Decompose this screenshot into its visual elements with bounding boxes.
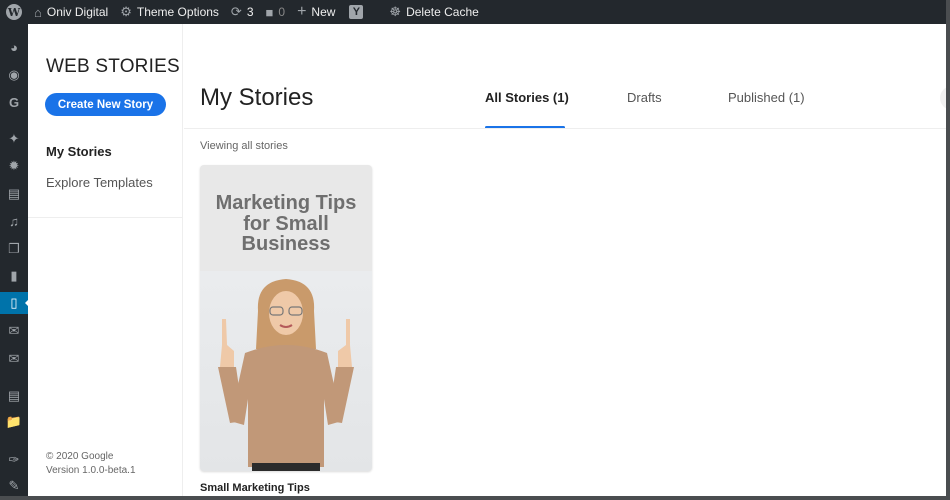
story-card[interactable]: Marketing Tips for Small Business [200,165,372,471]
wordpress-icon: W [6,4,22,20]
media-icon[interactable]: ▤ [0,183,28,205]
site-name-link[interactable]: ⌂ Oniv Digital [28,0,114,24]
wp-admin-menu: ◕ ◉ G ✦ ✹ ▤ ♫ ❐ ▮ ▯ ✉ ✉ ▤ 📁 ✑ ✎ [0,24,29,496]
copy-icon[interactable]: ❐ [0,238,28,260]
updates-icon: ⟳ [230,4,242,19]
person-pointing-up-image [218,279,354,471]
dashboard-icon[interactable]: ◕ [0,36,28,58]
web-stories-icon[interactable]: ▯ [0,292,29,314]
sidebar-title: WEB STORIES [46,56,180,77]
window-edge [946,0,950,500]
stories-dashboard: My Stories All Stories (1) Drafts Publis… [184,24,946,496]
page-title: My Stories [200,84,314,111]
jetpack-icon[interactable]: ◉ [0,64,28,86]
browser-viewport: W ⌂ Oniv Digital ⚙ Theme Options ⟳ 3 ■ 0… [0,0,946,496]
theme-options-label: Theme Options [136,5,219,19]
mail-icon[interactable]: ✉ [0,348,28,370]
new-content-link[interactable]: + New [291,0,341,24]
comment-icon: ■ [265,4,274,20]
story-title[interactable]: Small Marketing Tips [200,482,310,494]
nav-explore-templates[interactable]: Explore Templates [46,175,153,190]
sidebar-divider [28,217,183,218]
story-cover-text: Marketing Tips for Small Business [215,192,357,255]
brush-icon[interactable]: ✑ [0,449,28,471]
comments-link[interactable]: ■ 0 [260,0,292,24]
mail-icon[interactable]: ✉ [0,320,28,342]
new-label: New [311,5,336,19]
google-icon[interactable]: G [0,91,28,113]
tab-all-stories[interactable]: All Stories (1) [485,90,569,105]
yoast-seo-menu[interactable]: Y [343,0,369,24]
delete-cache-link[interactable]: ☸ Delete Cache [383,0,484,24]
header-divider [184,128,946,129]
yoast-icon: Y [349,5,364,19]
plugin-icon[interactable]: ✎ [0,475,28,496]
cache-icon: ☸ [389,4,402,19]
folder-icon[interactable]: 📁 [0,411,28,433]
elementor-icon[interactable]: ▤ [0,385,28,407]
plus-icon: + [297,3,307,20]
create-new-story-button[interactable]: Create New Story [45,93,166,116]
site-name: Oniv Digital [46,5,109,19]
comments-count: 0 [278,5,286,19]
updates-link[interactable]: ⟳ 3 [225,0,260,24]
web-stories-sidebar: WEB STORIES Create New Story My Stories … [28,24,183,496]
viewing-label: Viewing all stories [200,140,288,152]
updates-count: 3 [246,5,254,19]
nav-my-stories[interactable]: My Stories [46,144,112,159]
delete-cache-label: Delete Cache [406,5,479,19]
tab-published[interactable]: Published (1) [728,90,805,105]
gear-icon: ⚙ [120,4,132,19]
pin-icon[interactable]: ✦ [0,128,28,150]
story-cover-image [200,271,372,471]
theme-options-link[interactable]: ⚙ Theme Options [114,0,225,24]
version-text: Version 1.0.0-beta.1 [46,465,136,476]
sidebar-footer: © 2020 Google Version 1.0.0-beta.1 [46,450,136,478]
copyright-text: © 2020 Google [46,451,114,462]
tab-drafts[interactable]: Drafts [627,90,662,105]
home-icon: ⌂ [34,4,42,20]
wp-logo-menu[interactable]: W [0,0,28,24]
wp-admin-bar: W ⌂ Oniv Digital ⚙ Theme Options ⟳ 3 ■ 0… [0,0,946,24]
comments-icon[interactable]: ▮ [0,265,28,287]
pages-icon[interactable]: ♫ [0,210,28,232]
gear-cog-icon[interactable]: ✹ [0,155,28,177]
